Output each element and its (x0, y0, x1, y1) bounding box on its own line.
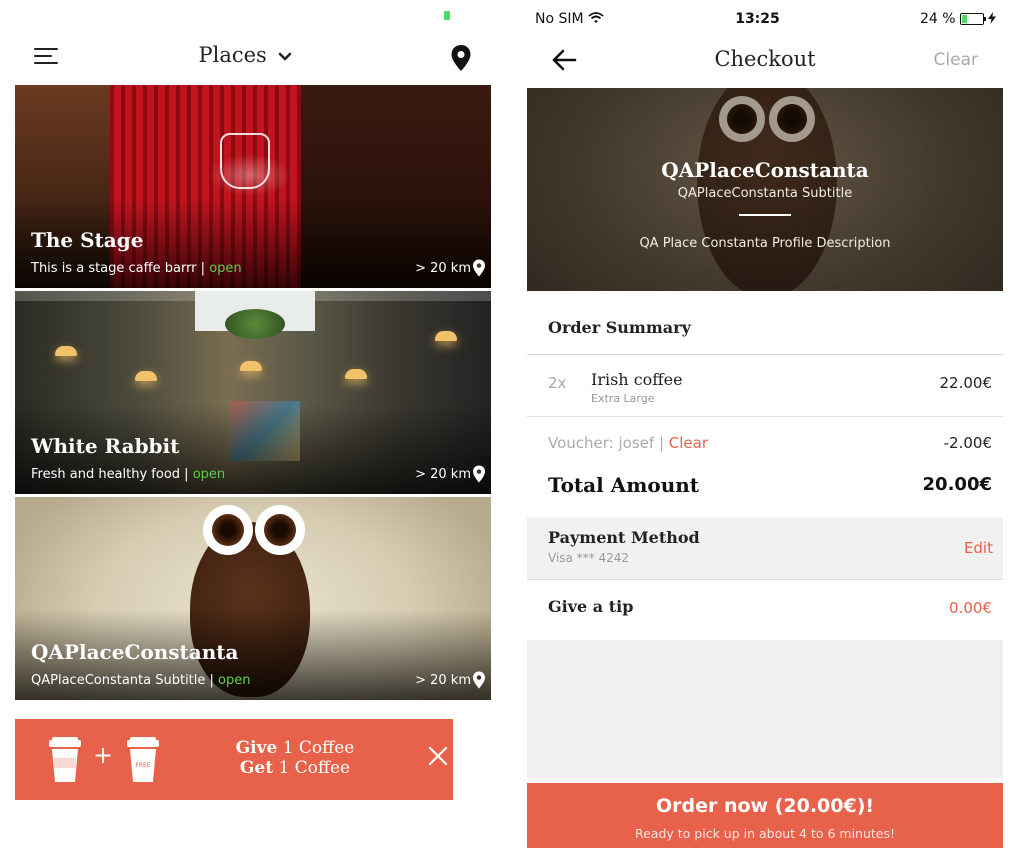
battery-icon (959, 13, 986, 25)
place-card-qaplaceconstanta[interactable]: QAPlaceConstanta QAPlaceConstanta Subtit… (15, 497, 491, 700)
divider (739, 214, 791, 216)
pickup-eta: Ready to pick up in about 4 to 6 minutes… (634, 826, 896, 841)
item-price: 22.00€ (939, 374, 993, 392)
promo-banner[interactable]: + FREE Give 1 Coffee Get 1 Coffee (15, 719, 453, 800)
open-status: open (209, 261, 242, 276)
location-pin-icon (473, 259, 485, 277)
close-icon[interactable] (427, 745, 449, 767)
divider (527, 416, 1003, 417)
place-name: The Stage (31, 228, 144, 252)
location-pin-icon (473, 465, 485, 483)
battery-status: 24 % (920, 11, 996, 27)
open-status: open (192, 467, 226, 482)
place-subtitle: This is a stage caffe barrr | open (31, 261, 242, 276)
places-screen: Places The Stage This is a stage caffe b… (0, 0, 505, 848)
svg-text:FREE: FREE (135, 762, 150, 769)
place-subtitle: Fresh and healthy food | open (31, 467, 226, 482)
order-summary-title: Order Summary (548, 318, 691, 337)
places-title: Places (198, 43, 267, 67)
place-subtitle: QAPlaceConstanta Subtitle | open (31, 673, 251, 688)
coffee-cup-icon (49, 737, 81, 782)
order-now-button[interactable]: Order now (20.00€)! Ready to pick up in … (527, 783, 1003, 848)
item-size: Extra Large (591, 392, 655, 405)
tip-label: Give a tip (548, 597, 634, 616)
divider (527, 354, 1003, 355)
place-header: QAPlaceConstanta QAPlaceConstanta Subtit… (527, 88, 1003, 291)
item-quantity: 2x (548, 374, 567, 392)
checkout-screen: No SIM 13:25 24 % Checkout Clear QAPlace… (505, 0, 1010, 848)
charging-bolt-icon (988, 12, 996, 24)
total-label: Total Amount (548, 473, 700, 497)
total-value: 20.00€ (922, 474, 992, 495)
place-card-the-stage[interactable]: The Stage This is a stage caffe barrr | … (15, 85, 491, 288)
location-pin-icon[interactable] (450, 44, 472, 72)
place-name: QAPlaceConstanta (31, 640, 239, 664)
voucher-label: Voucher: josef (548, 434, 655, 452)
payment-method-title: Payment Method (548, 528, 700, 547)
promo-give-text: Give 1 Coffee (235, 738, 355, 758)
voucher-amount: -2.00€ (943, 434, 992, 452)
place-description: QA Place Constanta Profile Description (639, 236, 891, 251)
place-distance: > 20 km (415, 261, 471, 276)
clear-cart-button[interactable]: Clear (934, 50, 978, 70)
place-distance: > 20 km (415, 673, 471, 688)
place-card-white-rabbit[interactable]: White Rabbit Fresh and healthy food | op… (15, 291, 491, 494)
tip-value[interactable]: 0.00€ (949, 599, 992, 617)
payment-card: Visa *** 4242 (548, 551, 630, 565)
open-status: open (218, 673, 251, 688)
status-bar: No SIM 13:25 24 % (505, 0, 1010, 38)
place-distance: > 20 km (415, 467, 471, 482)
location-pin-icon (473, 671, 485, 689)
places-dropdown[interactable]: Places (0, 43, 490, 67)
divider (527, 579, 1003, 580)
status-indicator (444, 11, 450, 20)
free-coffee-cup-icon: FREE (127, 737, 159, 782)
edit-payment-button[interactable]: Edit (964, 539, 993, 557)
chevron-down-icon (278, 52, 291, 60)
place-subtitle: QAPlaceConstanta Subtitle (677, 186, 853, 201)
place-name: QAPlaceConstanta (661, 158, 869, 182)
clear-voucher-button[interactable]: Clear (669, 434, 708, 452)
item-name: Irish coffee (591, 370, 683, 389)
promo-get-text: Get 1 Coffee (239, 758, 351, 778)
place-name: White Rabbit (31, 434, 180, 458)
voucher-row: Voucher: josef | Clear (548, 434, 708, 452)
plus-icon: + (93, 741, 114, 769)
order-button-label: Order now (20.00€)! (655, 795, 875, 817)
payment-method-row[interactable]: Payment Method Visa *** 4242 Edit (527, 517, 1003, 579)
empty-area (527, 640, 1003, 778)
